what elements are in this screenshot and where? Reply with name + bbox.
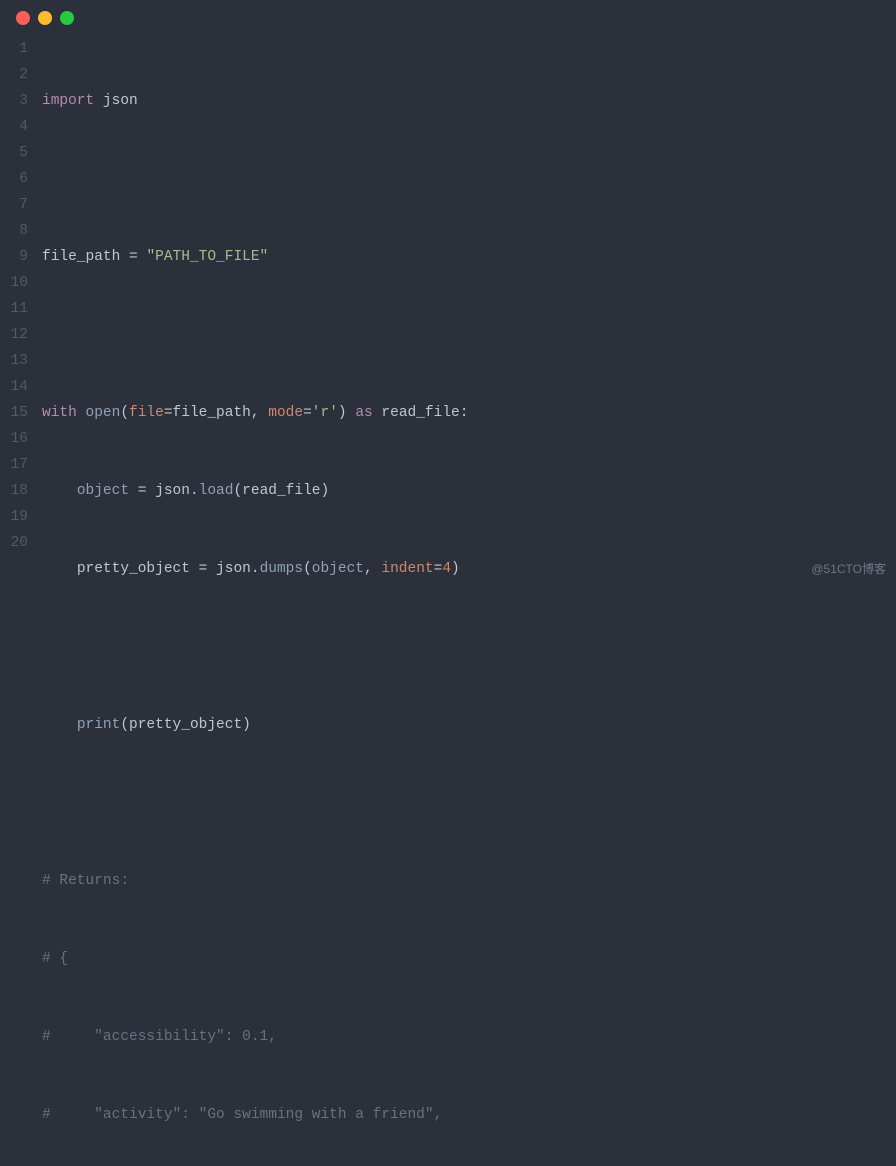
kwarg-indent: indent <box>381 561 433 577</box>
comment: # "activity": "Go swimming with a friend… <box>42 1107 442 1123</box>
paren: ( <box>233 483 242 499</box>
dot: . <box>251 561 260 577</box>
line-number: 20 <box>0 530 28 556</box>
comment: # Returns: <box>42 873 129 889</box>
identifier: read_file <box>381 405 459 421</box>
dot: . <box>190 483 199 499</box>
minimize-icon[interactable] <box>38 11 52 25</box>
comment: # { <box>42 951 68 967</box>
code-line <box>42 322 896 348</box>
identifier: read_file <box>242 483 320 499</box>
line-number: 1 <box>0 36 28 62</box>
keyword-with: with <box>42 405 77 421</box>
comma: , <box>364 561 381 577</box>
line-number: 6 <box>0 166 28 192</box>
line-number: 17 <box>0 452 28 478</box>
window-titlebar <box>0 0 896 36</box>
paren: ( <box>120 717 129 733</box>
identifier: object <box>312 561 364 577</box>
identifier: pretty_object <box>77 561 190 577</box>
code-line <box>42 790 896 816</box>
code-line: with open(file=file_path, mode='r') as r… <box>42 400 896 426</box>
line-number: 10 <box>0 270 28 296</box>
operator: = <box>190 561 216 577</box>
builtin-open: open <box>86 405 121 421</box>
code-line <box>42 166 896 192</box>
zoom-icon[interactable] <box>60 11 74 25</box>
indent <box>42 717 77 733</box>
indent <box>42 483 77 499</box>
comment: # "accessibility": 0.1, <box>42 1029 277 1045</box>
line-number: 15 <box>0 400 28 426</box>
identifier: json <box>155 483 190 499</box>
code-line: # "accessibility": 0.1, <box>42 1024 896 1050</box>
watermark-text: @51CTO博客 <box>811 560 886 577</box>
operator: = <box>120 249 146 265</box>
code-line: file_path = "PATH_TO_FILE" <box>42 244 896 270</box>
keyword-as: as <box>355 405 372 421</box>
colon: : <box>460 405 469 421</box>
string-literal: "PATH_TO_FILE" <box>146 249 268 265</box>
code-line: pretty_object = json.dumps(object, inden… <box>42 556 896 582</box>
operator: = <box>303 405 312 421</box>
kwarg-mode: mode <box>268 405 303 421</box>
line-number: 18 <box>0 478 28 504</box>
identifier: file_path <box>42 249 120 265</box>
paren: ) <box>338 405 347 421</box>
paren: ) <box>321 483 330 499</box>
code-area[interactable]: import json file_path = "PATH_TO_FILE" w… <box>42 36 896 1166</box>
string-literal: 'r' <box>312 405 338 421</box>
code-line: # Returns: <box>42 868 896 894</box>
line-number: 19 <box>0 504 28 530</box>
paren: ( <box>303 561 312 577</box>
code-line: # "activity": "Go swimming with a friend… <box>42 1102 896 1128</box>
line-number: 8 <box>0 218 28 244</box>
line-number: 14 <box>0 374 28 400</box>
paren: ) <box>242 717 251 733</box>
line-number: 9 <box>0 244 28 270</box>
line-number: 4 <box>0 114 28 140</box>
line-number: 3 <box>0 88 28 114</box>
number-literal: 4 <box>442 561 451 577</box>
identifier: pretty_object <box>129 717 242 733</box>
code-editor[interactable]: 1 2 3 4 5 6 7 8 9 10 11 12 13 14 15 16 1… <box>0 36 896 1166</box>
keyword-import: import <box>42 93 94 109</box>
identifier: json <box>216 561 251 577</box>
comma: , <box>251 405 268 421</box>
method-load: load <box>199 483 234 499</box>
close-icon[interactable] <box>16 11 30 25</box>
line-number: 2 <box>0 62 28 88</box>
paren: ( <box>120 405 129 421</box>
line-number: 7 <box>0 192 28 218</box>
operator: = <box>129 483 155 499</box>
editor-window: 1 2 3 4 5 6 7 8 9 10 11 12 13 14 15 16 1… <box>0 0 896 583</box>
paren: ) <box>451 561 460 577</box>
operator: = <box>164 405 173 421</box>
line-number: 16 <box>0 426 28 452</box>
line-number-gutter: 1 2 3 4 5 6 7 8 9 10 11 12 13 14 15 16 1… <box>0 36 42 1166</box>
line-number: 11 <box>0 296 28 322</box>
indent <box>42 561 77 577</box>
code-line: # { <box>42 946 896 972</box>
builtin-print: print <box>77 717 121 733</box>
kwarg-file: file <box>129 405 164 421</box>
line-number: 5 <box>0 140 28 166</box>
module-name: json <box>103 93 138 109</box>
code-line <box>42 634 896 660</box>
code-line: import json <box>42 88 896 114</box>
line-number: 12 <box>0 322 28 348</box>
identifier: file_path <box>173 405 251 421</box>
code-line: print(pretty_object) <box>42 712 896 738</box>
identifier: object <box>77 483 129 499</box>
method-dumps: dumps <box>260 561 304 577</box>
code-line: object = json.load(read_file) <box>42 478 896 504</box>
line-number: 13 <box>0 348 28 374</box>
